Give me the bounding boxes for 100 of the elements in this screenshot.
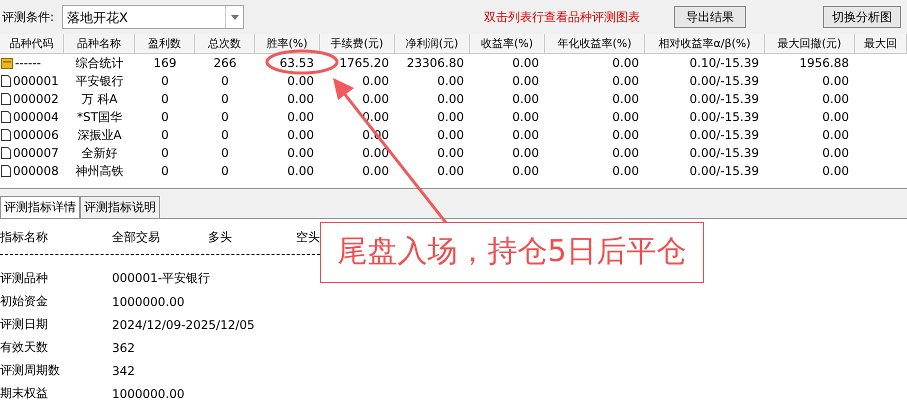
folder-icon [1, 58, 13, 68]
table-cell: 0.00/-15.39 [690, 74, 759, 88]
table-cell: 深振业A [77, 126, 122, 144]
column-header[interactable]: 手续费(元) [320, 34, 395, 53]
detail-column-label: 指标名称 [0, 228, 49, 246]
table-cell: 23306.80 [406, 56, 464, 70]
table-cell: 0.00 [822, 128, 849, 142]
table-cell: 0.00 [362, 164, 389, 178]
tab[interactable]: 评测指标说明 [80, 196, 160, 218]
condition-dropdown[interactable]: 落地开花X [62, 5, 244, 29]
table-cell: 0 [161, 164, 169, 178]
table-cell: 0.00 [287, 146, 314, 160]
table-cell: 0.00 [287, 128, 314, 142]
detail-column-label: 全部交易 [112, 228, 161, 246]
table-cell: 0.00 [612, 146, 639, 160]
table-cell: 000008 [13, 164, 59, 178]
table-cell: 0.00 [822, 164, 849, 178]
table-cell: 1765.20 [339, 56, 389, 70]
table-cell: 0.00 [362, 74, 389, 88]
tab[interactable]: 评测指标详情 [0, 196, 80, 218]
table-cell: 0.00 [512, 92, 539, 106]
table-cell: 1956.88 [799, 56, 849, 70]
table-cell: 0.00 [362, 146, 389, 160]
table-cell: 0.00 [612, 110, 639, 124]
column-header[interactable]: 相对收益率α/β(%) [645, 34, 765, 53]
column-header[interactable]: 年化收益率(%) [545, 34, 645, 53]
table-cell: 0.00 [287, 110, 314, 124]
table-cell: 000004 [13, 110, 59, 124]
column-header[interactable]: 品种名称 [64, 34, 135, 53]
table-cell: 0.00/-15.39 [690, 92, 759, 106]
table-cell: 0.00 [437, 128, 464, 142]
column-header[interactable]: 净利润(元) [395, 34, 470, 53]
table-cell: 0.00 [822, 146, 849, 160]
table-cell: 0.00 [612, 128, 639, 142]
table-cell: 0.00 [612, 56, 639, 70]
table-cell: 0 [161, 110, 169, 124]
switch-chart-button[interactable]: 切换分析图 [823, 6, 901, 28]
annotation-text: 尾盘入场，持仓5日后平仓 [320, 222, 704, 283]
table-cell: 0.00/-15.39 [690, 110, 759, 124]
table-cell: 平安银行 [76, 72, 124, 90]
table-cell: 169 [154, 56, 176, 70]
table-cell: 0.00/-15.39 [690, 146, 759, 160]
table-cell: 0.00 [287, 92, 314, 106]
table-cell: 0 [221, 110, 229, 124]
hint-text: 双击列表行查看品种评测图表 [484, 8, 640, 26]
table-cell: 0 [161, 92, 169, 106]
table-cell: 0.00 [822, 92, 849, 106]
table-cell: 0.00 [437, 164, 464, 178]
table-cell: 0.00 [437, 92, 464, 106]
table-cell: 神州高铁 [76, 162, 124, 180]
table-cell: 0.00 [612, 74, 639, 88]
table-cell: 0.00 [822, 74, 849, 88]
table-cell: 0.00 [512, 164, 539, 178]
table-cell: 000001 [13, 74, 59, 88]
metric-name: 评测周期数 [0, 362, 61, 379]
table-cell: 0.00 [512, 74, 539, 88]
metric-name: 初始资金 [0, 293, 49, 310]
column-header[interactable]: 收益率(%) [470, 34, 545, 53]
table-cell: 0.00 [512, 128, 539, 142]
table-cell: 0.00 [822, 110, 849, 124]
table-cell: 0.00 [287, 164, 314, 178]
table-cell: 0.00 [512, 146, 539, 160]
table-cell: 0.00/-15.39 [690, 164, 759, 178]
table-cell: *ST国华 [77, 108, 122, 126]
metric-name: 评测日期 [0, 316, 49, 333]
metric-value: 1000000.00 [112, 294, 186, 308]
table-cell: 0.00/-15.39 [690, 128, 759, 142]
table-cell: 0 [221, 164, 229, 178]
column-header[interactable]: 最大回 [855, 34, 907, 53]
table-cell: 0.10/-15.39 [690, 56, 759, 70]
table-cell: 综合统计 [76, 54, 124, 72]
table-cell: 0.00 [362, 92, 389, 106]
table-cell: 000006 [13, 128, 59, 142]
column-header[interactable]: 胜率(%) [255, 34, 320, 53]
table-cell: 0.00 [437, 74, 464, 88]
metric-name: 有效天数 [0, 339, 49, 356]
metric-name: 评测品种 [0, 270, 49, 287]
table-cell: 0.00 [287, 74, 314, 88]
table-cell: 0.00 [512, 56, 539, 70]
metric-value: 362 [112, 340, 136, 354]
table-cell: 0 [161, 74, 169, 88]
table-cell: 0 [221, 74, 229, 88]
table-cell: 0 [161, 128, 169, 142]
detail-column-label: 空头 [296, 228, 320, 246]
table-cell: 0 [161, 146, 169, 160]
metric-value: 342 [112, 364, 136, 378]
column-header[interactable]: 盈利数 [135, 34, 195, 53]
table-cell: 266 [214, 56, 236, 70]
table-cell: 0.00 [512, 110, 539, 124]
column-header[interactable]: 总次数 [195, 34, 255, 53]
table-cell: 0.00 [437, 110, 464, 124]
column-header[interactable]: 最大回撤(元) [765, 34, 855, 53]
detail-column-label: 多头 [208, 228, 233, 246]
table-cell: ------ [15, 56, 41, 70]
table-cell: 0 [221, 128, 229, 142]
table-cell: 0.00 [612, 164, 639, 178]
column-header[interactable]: 品种代码 [0, 34, 64, 53]
table-cell: 63.53 [280, 56, 314, 70]
metric-name: 期末权益 [0, 385, 49, 402]
export-button[interactable]: 导出结果 [674, 6, 746, 28]
